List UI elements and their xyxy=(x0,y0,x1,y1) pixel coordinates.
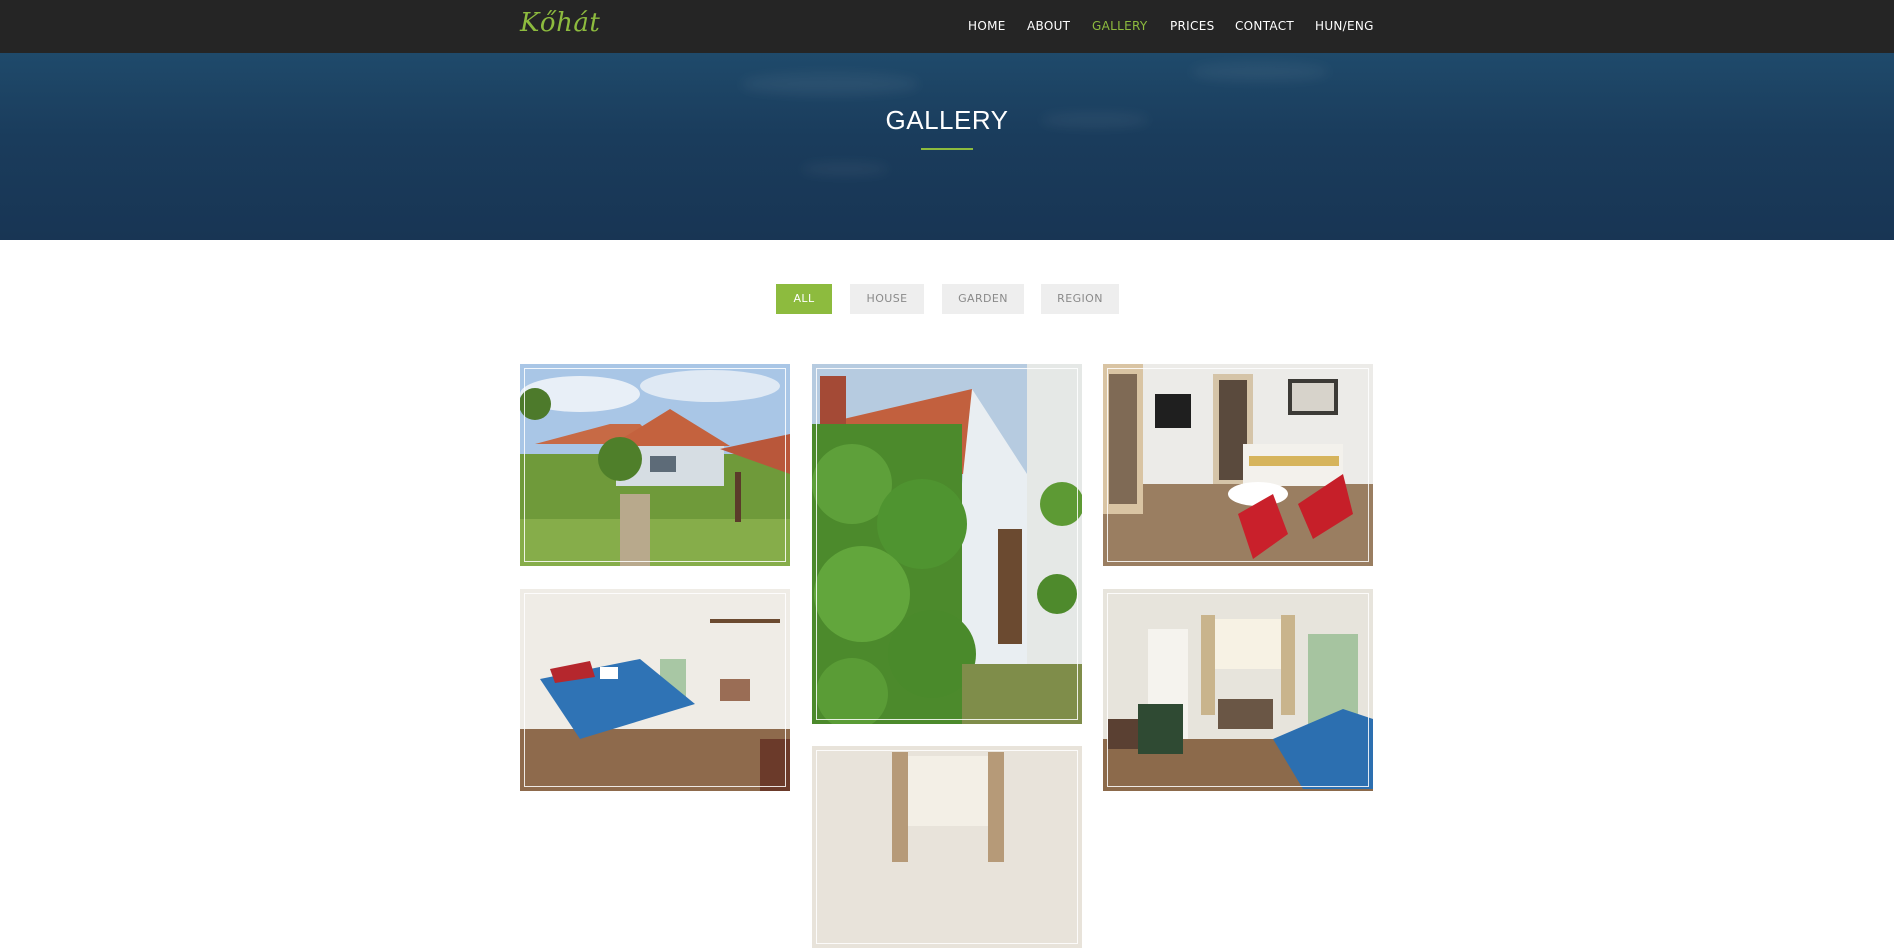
nav-contact[interactable]: CONTACT xyxy=(1235,19,1294,33)
nav-home[interactable]: HOME xyxy=(968,19,1006,33)
gallery-photo-house-side[interactable] xyxy=(812,364,1082,724)
nav-about[interactable]: ABOUT xyxy=(1027,19,1070,33)
filter-house-button[interactable]: HOUSE xyxy=(850,284,924,314)
photo-house-garden-image xyxy=(520,364,790,566)
page-hero-banner: GALLERY xyxy=(0,53,1894,240)
site-logo[interactable]: Kőhát xyxy=(520,8,600,38)
photo-living-room-image xyxy=(1103,364,1373,566)
filter-region-button[interactable]: REGION xyxy=(1041,284,1119,314)
nav-language-switch[interactable]: HUN/ENG xyxy=(1315,19,1374,33)
photo-house-side-image xyxy=(812,364,1082,724)
title-underline xyxy=(921,148,973,150)
nav-prices[interactable]: PRICES xyxy=(1170,19,1215,33)
gallery-photo-house-garden[interactable] xyxy=(520,364,790,566)
page-title: GALLERY xyxy=(885,105,1009,135)
gallery-photo-bedroom-wardrobe[interactable] xyxy=(1103,589,1373,791)
top-navbar: Kőhát HOME ABOUT GALLERY PRICES CONTACT … xyxy=(0,0,1894,53)
gallery-photo-living-room[interactable] xyxy=(1103,364,1373,566)
filter-all-button[interactable]: ALL xyxy=(776,284,832,314)
photo-bedroom-wardrobe-image xyxy=(1103,589,1373,791)
photo-room-window-image xyxy=(812,746,1082,948)
photo-bedroom-image xyxy=(520,589,790,791)
nav-gallery[interactable]: GALLERY xyxy=(1092,19,1147,33)
filter-garden-button[interactable]: GARDEN xyxy=(942,284,1024,314)
gallery-photo-bedroom[interactable] xyxy=(520,589,790,791)
gallery-photo-room-window[interactable] xyxy=(812,746,1082,948)
